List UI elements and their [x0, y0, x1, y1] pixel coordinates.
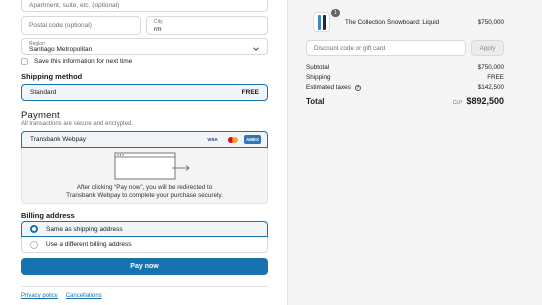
radio-selected[interactable] [30, 225, 38, 233]
payment-subtitle: All transactions are secure and encrypte… [21, 121, 134, 127]
redirect-text: After clicking “Pay now”, you will be re… [22, 184, 267, 200]
postal-code-field[interactable]: Postal code (optional) [21, 16, 141, 35]
city-value: rm [154, 26, 162, 33]
shipping-option-standard[interactable]: Standard FREE [21, 84, 268, 101]
save-info-checkbox[interactable] [21, 58, 28, 65]
footer-divider [21, 286, 268, 287]
region-select[interactable]: Region Santiago Metropolitan [21, 38, 268, 55]
total-row: Total CLP $892,500 [306, 96, 504, 106]
product-thumbnail [313, 12, 330, 32]
apartment-field[interactable]: Apartment, suite, etc. (optional) [21, 0, 268, 12]
quantity-badge: 1 [331, 9, 340, 17]
shipping-method-title: Shipping method [21, 72, 83, 81]
billing-option-same-label: Same as shipping address [46, 225, 123, 233]
chevron-down-icon [253, 47, 259, 51]
billing-option-same[interactable]: Same as shipping address [21, 221, 268, 237]
shipping-row: Shipping FREE [306, 74, 504, 81]
apply-button[interactable]: Apply [471, 40, 504, 56]
discount-placeholder: Discount code or gift card [314, 44, 386, 52]
privacy-policy-link[interactable]: Privacy policy [21, 293, 58, 299]
product-price: $750,000 [477, 19, 504, 26]
save-info-row[interactable]: Save this information for next time [21, 58, 132, 65]
radio-unselected[interactable] [30, 240, 38, 249]
visa-icon: VISA [207, 137, 218, 142]
payment-redirect-panel: After clicking “Pay now”, you will be re… [21, 148, 268, 204]
taxes-label: Estimated taxes [306, 84, 351, 91]
pay-now-button[interactable]: Pay now [21, 258, 268, 275]
taxes-row: Estimated taxes ? $142,500 [306, 84, 504, 91]
footer-links: Privacy policy Cancellations [21, 293, 102, 299]
billing-title: Billing address [21, 211, 75, 220]
shipping-label: Shipping [306, 74, 331, 81]
postal-code-placeholder: Postal code (optional) [29, 22, 92, 29]
shipping-value: FREE [487, 74, 504, 81]
subtotal-row: Subtotal $750,000 [306, 64, 504, 71]
city-label: City [154, 19, 163, 25]
cancellations-link[interactable]: Cancellations [66, 293, 102, 299]
redirect-text-line2: Transbank Webpay to complete your purcha… [66, 192, 223, 199]
payment-method-name: Transbank Webpay [30, 136, 87, 143]
billing-option-different[interactable]: Use a different billing address [21, 237, 268, 253]
payment-option-webpay[interactable]: Transbank Webpay VISA AMEX [21, 131, 268, 148]
subtotal-label: Subtotal [306, 64, 330, 71]
total-label: Total [306, 97, 325, 106]
total-value: $892,500 [466, 96, 504, 106]
help-circle-icon[interactable]: ? [354, 84, 361, 91]
apartment-placeholder: Apartment, suite, etc. (optional) [29, 2, 120, 9]
redirect-text-line1: After clicking “Pay now”, you will be re… [76, 184, 213, 191]
amex-icon: AMEX [244, 135, 261, 144]
currency-code: CLP [452, 100, 463, 106]
save-info-label: Save this information for next time [34, 58, 133, 65]
checkout-form-panel: Apartment, suite, etc. (optional) Postal… [0, 0, 287, 305]
shipping-method-price: FREE [241, 89, 259, 96]
redirect-browser-icon [114, 152, 190, 180]
discount-input[interactable]: Discount code or gift card [306, 40, 466, 56]
taxes-value: $142,500 [477, 84, 504, 91]
product-name: The Collection Snowboard: Liquid [345, 19, 440, 26]
subtotal-value: $750,000 [477, 64, 504, 71]
city-field[interactable]: City rm [146, 16, 268, 35]
billing-option-different-label: Use a different billing address [46, 241, 132, 248]
card-logos: VISA AMEX [204, 135, 261, 144]
payment-title: Payment [21, 110, 60, 121]
shipping-method-name: Standard [30, 89, 57, 96]
mastercard-icon [224, 135, 241, 144]
region-value: Santiago Metropolitan [29, 46, 93, 53]
